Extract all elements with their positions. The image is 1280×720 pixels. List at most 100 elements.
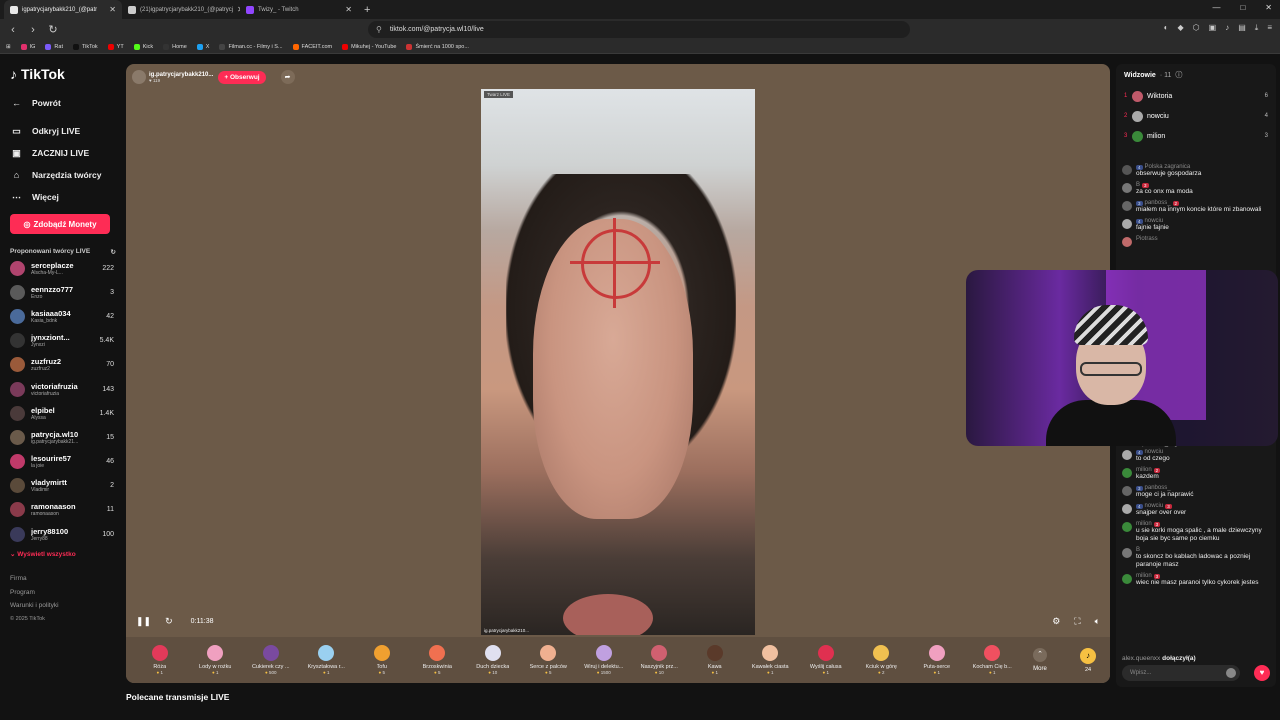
see-all-link[interactable]: ⌄ Wyświetl wszystko [10,550,126,558]
nav-item-0[interactable]: ← Powrót [10,92,126,114]
close-window-icon[interactable]: ✕ [1265,3,1272,12]
gift-item[interactable]: Cukierek czy ... ● 500 [243,645,299,675]
creator-avatar[interactable] [10,333,25,349]
nav-item-1[interactable]: ▭ Odkryj LIVE [10,120,126,142]
bookmark[interactable]: Mikuhej - YouTube [342,43,396,50]
user-avatar[interactable] [1122,468,1132,478]
footer-link[interactable]: Program [10,586,126,600]
gift-item[interactable]: Puta-serce ● 1 [909,645,965,675]
bookmark[interactable]: IG [20,43,35,50]
gift-item[interactable]: Kawa ● 1 [687,645,743,675]
creator-item[interactable]: elpibel Alyssa 1.4K [10,401,114,425]
creator-avatar[interactable] [10,429,25,445]
nav-item-3[interactable]: ⌂ Narzędzia twórcy [10,164,126,186]
host-avatar[interactable] [132,70,146,84]
creator-avatar[interactable] [10,260,25,276]
wallet-button[interactable]: ♪ 24 [1068,647,1108,673]
creator-item[interactable]: kasiaaa034 Kasia_bdnk 42 [10,304,114,328]
reload-icon[interactable]: ↻ [46,23,60,36]
gift-item[interactable]: Lody w rożku ● 1 [188,645,244,675]
heart-button[interactable]: ♥ [1254,665,1270,681]
creator-item[interactable]: jynxziont... Jynxzi 5.4K [10,329,114,353]
user-avatar[interactable] [1122,486,1132,496]
refresh-stream-icon[interactable]: ↻ [165,616,173,627]
creator-avatar[interactable] [10,308,25,324]
browser-tab[interactable]: (21)igpatrycjarybakk210_(@patrycj✕ [122,0,240,19]
creator-item[interactable]: ramonaason ramonaason 11 [10,498,114,522]
user-avatar[interactable] [1122,450,1132,460]
creator-avatar[interactable] [10,381,25,397]
user-avatar[interactable] [1122,201,1132,211]
user-avatar[interactable] [1122,183,1132,193]
creator-item[interactable]: lesourire57 la joie 46 [10,450,114,474]
user-avatar[interactable] [1122,165,1132,175]
bookmark[interactable]: Filman.cc - Filmy i S... [219,43,283,50]
bookmark[interactable]: YT [107,43,124,50]
info-icon[interactable]: ⓘ [1175,70,1182,80]
gift-item[interactable]: Kryształowa r... ● 1 [299,645,355,675]
user-avatar[interactable] [1122,574,1132,584]
follow-button[interactable]: + Obserwuj [218,70,266,84]
creator-item[interactable]: patrycja.wl10 ig.patrycjarybakk21... 15 [10,425,114,449]
top-viewer[interactable]: 2 nowciu 4 [1116,106,1276,126]
bookmark[interactable]: Rat [45,43,63,50]
footer-link[interactable]: Warunki i polityki [10,599,126,613]
gift-item[interactable]: Kawałek ciasta ● 1 [743,645,799,675]
forward-icon[interactable]: › [26,24,40,36]
gift-item[interactable]: Serce z palców ● 5 [521,645,577,675]
close-tab-icon[interactable]: ✕ [345,5,352,14]
settings-icon[interactable]: ⚙ [1052,616,1060,627]
menu-icon[interactable]: ≡ [1267,23,1272,33]
user-avatar[interactable] [1122,219,1132,229]
gift-item[interactable]: Róża ● 1 [132,645,188,675]
user-avatar[interactable] [1122,522,1132,532]
close-tab-icon[interactable]: ✕ [109,5,116,14]
join-user[interactable]: alex.queenxx [1122,655,1160,662]
new-tab-icon[interactable]: + [364,4,370,16]
gift-item[interactable]: Kciuk w górę ● 2 [854,645,910,675]
apps-icon[interactable]: ⊞ [6,44,11,50]
pause-icon[interactable]: ❚❚ [136,616,151,627]
nav-item-2[interactable]: ▣ ZACZNIJ LIVE [10,142,126,164]
top-viewer[interactable]: 1 Wiktoria 6 [1116,86,1276,106]
music-icon[interactable]: ♪ [1225,23,1229,33]
creator-item[interactable]: eennzzo777 Enzo 3 [10,280,114,304]
creator-avatar[interactable] [10,454,25,470]
bookmark[interactable]: Kick [133,43,153,50]
share-icon[interactable]: ➦ [280,70,295,84]
live-video[interactable]: Twarz LIVE ig.patrycjarybakk210... [481,89,755,635]
emoji-icon[interactable] [1226,668,1236,678]
sidebar-icon[interactable]: ▤ [1238,23,1246,33]
creator-item[interactable]: zuzfruz2 zuzfruz2 70 [10,353,114,377]
creator-avatar[interactable] [10,284,25,300]
gift-item[interactable]: Wyślij całusa ● 1 [798,645,854,675]
bookmark[interactable]: FACEIT.com [292,43,332,50]
gift-item[interactable]: Wiruj i delektu... ● 1500 [576,645,632,675]
back-icon[interactable]: ‹ [6,24,20,36]
extension-icon[interactable]: ⬡ [1193,23,1200,33]
bookmark[interactable]: Śmierć na 1000 spo... [406,43,469,50]
creator-item[interactable]: jerry88100 Jerry88 100 [10,522,114,546]
extension-icon[interactable]: ◐ [1164,23,1169,33]
gift-item[interactable]: Kocham Cię b... ● 1 [965,645,1021,675]
minimize-icon[interactable]: — [1212,3,1220,12]
user-avatar[interactable] [1122,237,1132,247]
refresh-icon[interactable]: ↻ [111,248,116,256]
browser-tab[interactable]: Twizy_ - Twitch ✕ [240,0,358,19]
extension-icon[interactable]: ▣ [1209,23,1217,33]
creator-avatar[interactable] [10,502,25,518]
bookmark[interactable]: X [196,43,209,50]
creator-avatar[interactable] [10,478,25,494]
user-avatar[interactable] [1122,504,1132,514]
top-viewer[interactable]: 3 milion 3 [1116,126,1276,146]
extension-icon[interactable]: ◆ [1178,23,1184,33]
username[interactable]: Piotrass [1136,236,1158,242]
creator-item[interactable]: serceplacze Alscha-My-L... 222 [10,256,114,280]
gift-item[interactable]: Duch dziecka ● 10 [465,645,521,675]
site-info-icon[interactable]: ⚲ [376,25,382,34]
live-player[interactable]: ig.patrycjarybakk210... ♥ 119 + Obserwuj… [126,64,1110,683]
more-gifts-button[interactable]: ⌃ More [1020,648,1060,672]
address-bar[interactable]: ⚲ tiktok.com/@patrycja.wl10/live [368,21,910,38]
footer-link[interactable]: Firma [10,572,126,586]
gift-item[interactable]: Tofu ● 5 [354,645,410,675]
